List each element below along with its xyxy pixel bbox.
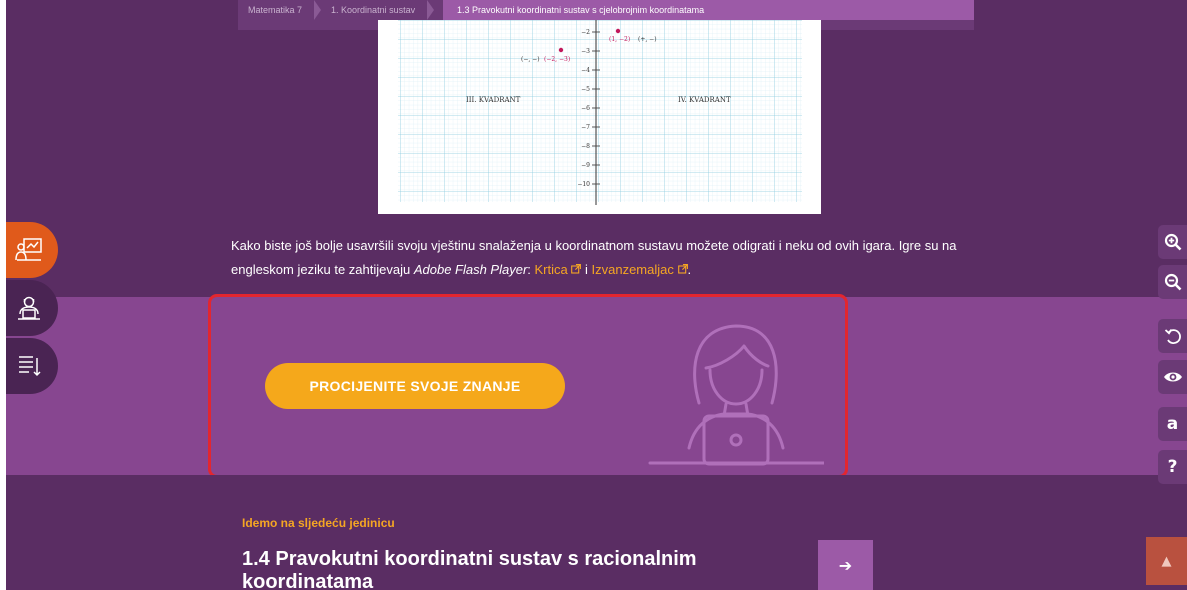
paragraph-text: : [527,262,535,277]
breadcrumb-separator [314,0,322,20]
link-izvanzemaljac[interactable]: Izvanzemaljac [592,262,674,277]
sign-label-left: (−, −) [521,56,540,63]
paragraph-text: i [581,262,592,277]
scroll-top-button[interactable]: ▲ [1146,537,1187,585]
breadcrumb-item-course[interactable]: Matematika 7 [238,5,314,15]
zoom-out-icon [1164,273,1181,291]
list-sort-icon [19,356,41,377]
y-axis-tick-label: −5 [581,86,590,93]
next-unit-label: Idemo na sljedeću jedinicu [242,516,395,530]
y-axis-tick-label: −6 [581,105,590,112]
page-frame: Matematika 7 1. Koordinatni sustav 1.3 P… [6,0,1187,590]
next-unit-title[interactable]: 1.4 Pravokutni koordinatni sustav s raci… [242,548,702,590]
y-axis-tick-label: −3 [581,48,590,55]
external-link-icon [674,262,688,277]
point-marker-right [615,28,621,34]
teacher-board-icon [15,238,42,261]
zoom-in-icon [1164,233,1181,251]
undo-icon [1164,328,1181,344]
grid [398,20,802,202]
coordinate-graph: −2 −3 −4 −5 −6 −7 −8 −9 −10 (−, −) (−2, −3) (1, … [398,20,802,205]
accessible-font-button[interactable]: a [1158,407,1187,441]
student-laptop-icon [18,296,40,320]
eye-icon [1163,372,1182,382]
breadcrumb-item-chapter[interactable]: 1. Koordinatni sustav [321,5,427,15]
quadrant-label-iv: IV. KVADRANT [678,96,731,104]
quadrant-label-iii: III. KVADRANT [466,96,521,104]
left-tool-teacher[interactable] [6,222,58,278]
contrast-toggle-button[interactable] [1158,360,1187,394]
breadcrumb-item-current: 1.3 Pravokutni koordinatni sustav s cjel… [443,0,974,20]
point-label-right: (1, −2) [609,36,630,43]
zoom-in-button[interactable] [1158,225,1187,259]
breadcrumb-separator [427,0,435,20]
external-link-icon [568,262,582,277]
paragraph-italic: Adobe Flash Player [413,262,528,277]
games-paragraph: Kako biste još bolje usavršili svoju vje… [231,234,971,282]
point-label-left: (−2, −3) [544,56,570,63]
reset-button[interactable] [1158,319,1187,353]
link-krtica[interactable]: Krtica [535,262,568,277]
y-axis-tick-label: −4 [581,67,590,74]
y-axis-tick-label: −7 [581,124,590,131]
paragraph-text: . [687,262,692,277]
help-button[interactable]: ? [1158,450,1187,484]
next-unit-arrow-button[interactable]: ➔ [818,540,873,590]
zoom-out-button[interactable] [1158,265,1187,299]
y-axis-tick-label: −10 [577,181,590,188]
sign-label-right: (+, −) [638,36,657,43]
y-axis-tick-label: −2 [581,29,590,36]
point-marker-left [558,47,564,53]
self-assessment-button[interactable]: PROCIJENITE SVOJE ZNANJE [265,363,565,409]
y-axis-tick-label: −8 [581,143,590,150]
breadcrumb-trail: Matematika 7 1. Koordinatni sustav [238,0,435,20]
coordinate-graph-image: −2 −3 −4 −5 −6 −7 −8 −9 −10 (−, −) (−2, −3) (1, … [378,20,821,214]
y-axis-tick-label: −9 [581,162,590,169]
